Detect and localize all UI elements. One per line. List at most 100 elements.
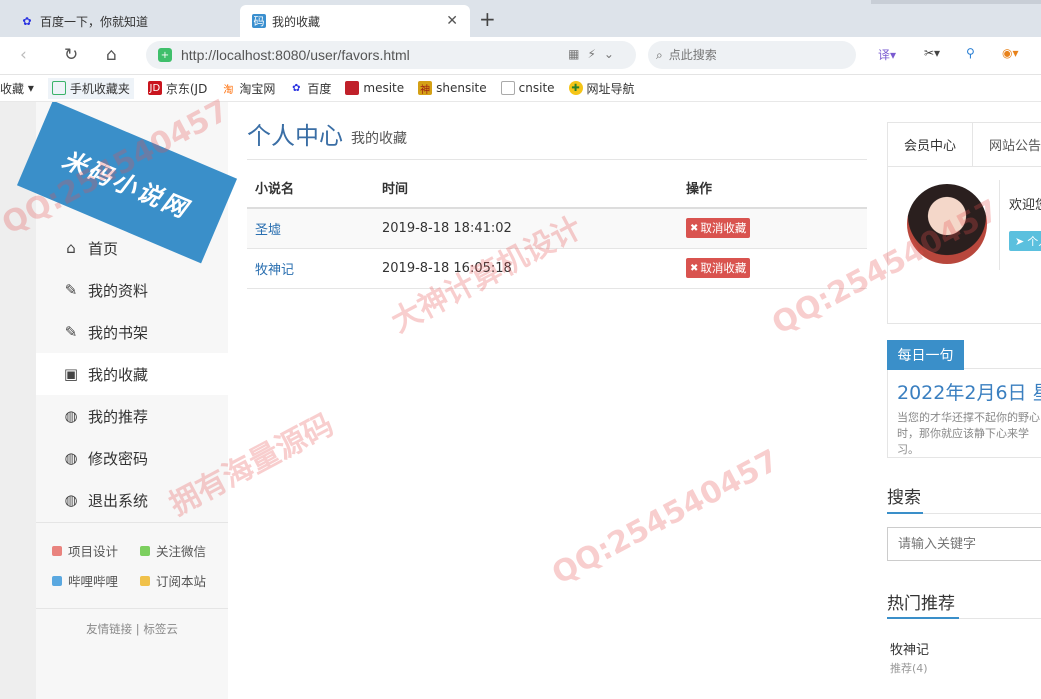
novel-link[interactable]: 圣墟 xyxy=(255,223,281,238)
bookmark-shensite[interactable]: 神 shensite xyxy=(418,81,487,96)
favor-time: 2019-8-18 18:41:02 xyxy=(374,208,678,249)
scissors-icon[interactable]: ✂▾ xyxy=(924,46,940,60)
bookmark-mesite[interactable]: mesite xyxy=(345,81,404,95)
novel-link[interactable]: 牧神记 xyxy=(255,263,294,278)
column-header-name: 小说名 xyxy=(247,168,374,209)
new-tab-icon[interactable]: + xyxy=(479,7,496,31)
magnifier-icon[interactable]: ⚲ xyxy=(966,46,975,60)
bookmark-jd[interactable]: JD 京东(JD xyxy=(147,80,207,97)
globe-icon: ◍ xyxy=(64,491,78,509)
remove-icon: ✖ xyxy=(690,222,699,234)
tab-site-notice[interactable]: 网站公告 xyxy=(973,123,1041,166)
tab-label: 我的收藏 xyxy=(272,14,321,29)
inbox-icon: ▣ xyxy=(63,365,79,383)
table-row: 圣墟 2019-8-18 18:41:02 ✖ 取消收藏 xyxy=(247,208,867,249)
logo-text: 米码小说网 xyxy=(58,144,195,224)
title-accent xyxy=(887,617,959,619)
tab-label: 百度一下，你就知道 xyxy=(40,14,149,29)
daily-quote: 当您的才华还撑不起你的野心时，那你就应该静下心来学习。 xyxy=(897,411,1040,456)
cancel-favor-button[interactable]: ✖ 取消收藏 xyxy=(686,258,751,278)
eraser-icon: ✎ xyxy=(64,281,78,299)
bookmark-mobile[interactable]: 手机收藏夹 xyxy=(47,77,134,99)
site-favicon-icon: 码 xyxy=(252,14,266,28)
sidebar-item-favors[interactable]: ▣ 我的收藏 xyxy=(36,353,228,395)
sidebar-tags: 项目设计 关注微信 哔哩哔哩 订阅本站 xyxy=(36,522,228,601)
tab-member-center[interactable]: 会员中心 xyxy=(888,123,974,166)
tab-baidu[interactable]: ✿ 百度一下，你就知道 xyxy=(0,5,238,37)
column-header-time: 时间 xyxy=(374,168,678,209)
page-title: 个人中心 xyxy=(247,122,343,150)
avatar xyxy=(907,184,987,264)
sidebar-item-bookshelf[interactable]: ✎ 我的书架 xyxy=(36,311,228,353)
sidebar-item-profile[interactable]: ✎ 我的资料 xyxy=(36,269,228,311)
tag-dot xyxy=(52,545,62,556)
tag-wechat[interactable]: 关注微信 xyxy=(140,541,228,560)
hot-section-title: 热门推荐 xyxy=(887,594,955,614)
mesite-icon xyxy=(345,81,360,95)
divider xyxy=(999,180,1000,270)
main-content: 个人中心 我的收藏 小说名 时间 操作 圣墟 2019-8-18 18:41:0… xyxy=(247,102,867,289)
title-accent xyxy=(887,512,923,514)
page-header: 个人中心 我的收藏 xyxy=(247,102,867,160)
bookmark-cnsite[interactable]: cnsite xyxy=(500,81,555,95)
tag-bilibili[interactable]: 哔哩哔哩 xyxy=(52,571,140,590)
hot-novel-link[interactable]: 牧神记 xyxy=(890,639,929,658)
sidebar-item-recommend[interactable]: ◍ 我的推荐 xyxy=(36,395,228,437)
search-section-title: 搜索 xyxy=(887,488,921,508)
daily-date: 2022年2月6日 星期日 xyxy=(897,382,1041,404)
send-icon: ➤ xyxy=(1015,234,1025,248)
bookmark-baidu[interactable]: ✿ 百度 xyxy=(289,80,331,97)
back-icon[interactable]: ‹ xyxy=(20,45,27,65)
sidebar-item-home[interactable]: ⌂ 首页 xyxy=(36,227,228,269)
sidebar-menu: ⌂ 首页 ✎ 我的资料 ✎ 我的书架 ▣ 我的收藏 ◍ 我的推荐 ◍ 修改密码 ◍ 退出系统 xyxy=(36,227,228,521)
url-text[interactable]: http://localhost:8080/user/favors.html xyxy=(181,47,410,63)
phone-icon xyxy=(51,81,66,95)
browser-search-box[interactable]: ⌕ xyxy=(648,41,856,69)
page-subtitle: 我的收藏 xyxy=(351,131,407,147)
browser-search-input[interactable] xyxy=(668,48,839,62)
secure-icon: + xyxy=(158,48,172,62)
shen-icon: 神 xyxy=(418,81,433,96)
browser-toolbar: ‹ ↻ ⌂ + http://localhost:8080/user/favor… xyxy=(0,37,1041,75)
page-icon xyxy=(500,81,515,95)
bookmarks-bar: 收藏 ▾ 手机收藏夹 JD 京东(JD 淘淘宝网 ✿ 百度 mesite 神 shen… xyxy=(0,75,1041,102)
browser-tab-bar: ✿ 百度一下，你就知道 码 我的收藏 ✕ + xyxy=(0,0,1041,37)
tag-dot xyxy=(140,545,150,556)
sidebar-item-password[interactable]: ◍ 修改密码 xyxy=(36,437,228,479)
bookmark-nav[interactable]: ✚ 网址导航 xyxy=(568,80,635,97)
column-header-action: 操作 xyxy=(678,168,867,209)
nav-icon: ✚ xyxy=(568,81,583,95)
translate-icon[interactable]: 译▾ xyxy=(878,46,896,63)
welcome-text: 欢迎您 xyxy=(1009,198,1041,213)
keyword-search-input[interactable] xyxy=(887,527,1041,561)
page-content: 米码小说网 ⌂ 首页 ✎ 我的资料 ✎ 我的书架 ▣ 我的收藏 ◍ 我的推荐 ◍ 修改密码 … xyxy=(0,102,1041,699)
url-action-icons[interactable]: ▦⚡⌄ xyxy=(568,47,622,61)
home-icon: ⌂ xyxy=(66,239,76,257)
bookmark-favorites[interactable]: 收藏 ▾ xyxy=(0,80,34,97)
tag-subscribe[interactable]: 订阅本站 xyxy=(140,571,228,590)
baidu-paw-icon: ✿ xyxy=(292,82,301,94)
bookmark-taobao[interactable]: 淘淘宝网 xyxy=(221,80,275,97)
eraser-icon: ✎ xyxy=(64,323,78,341)
tab-favors[interactable]: 码 我的收藏 ✕ xyxy=(240,5,470,37)
remove-icon: ✖ xyxy=(690,262,699,274)
left-gutter xyxy=(0,102,36,699)
sidebar-item-logout[interactable]: ◍ 退出系统 xyxy=(36,479,228,521)
address-bar[interactable]: + http://localhost:8080/user/favors.html… xyxy=(146,41,636,69)
favorites-table: 小说名 时间 操作 圣墟 2019-8-18 18:41:02 ✖ 取消收藏 牧神… xyxy=(247,168,867,289)
close-icon[interactable]: ✕ xyxy=(446,13,458,29)
profile-button[interactable]: ➤个人中心 xyxy=(1009,231,1041,251)
tag-project[interactable]: 项目设计 xyxy=(52,541,140,560)
window-controls xyxy=(871,0,1041,4)
right-sidebar: 会员中心 网站公告 欢迎您 ➤个人中心 每日一句 2022年2月6日 星期日 当… xyxy=(887,102,1041,699)
taobao-icon: 淘 xyxy=(223,84,234,96)
home-icon[interactable]: ⌂ xyxy=(106,45,117,65)
divider xyxy=(964,368,1041,369)
baidu-paw-icon: ✿ xyxy=(22,14,32,28)
hot-novel-meta: 推荐(4) xyxy=(890,662,928,675)
table-row: 牧神记 2019-8-18 16:05:18 ✖ 取消收藏 xyxy=(247,248,867,289)
gamepad-icon[interactable]: ◉▾ xyxy=(1002,46,1019,60)
cancel-favor-button[interactable]: ✖ 取消收藏 xyxy=(686,218,751,239)
friend-links[interactable]: 友情链接 | 标签云 xyxy=(36,608,228,637)
reload-icon[interactable]: ↻ xyxy=(64,45,78,65)
